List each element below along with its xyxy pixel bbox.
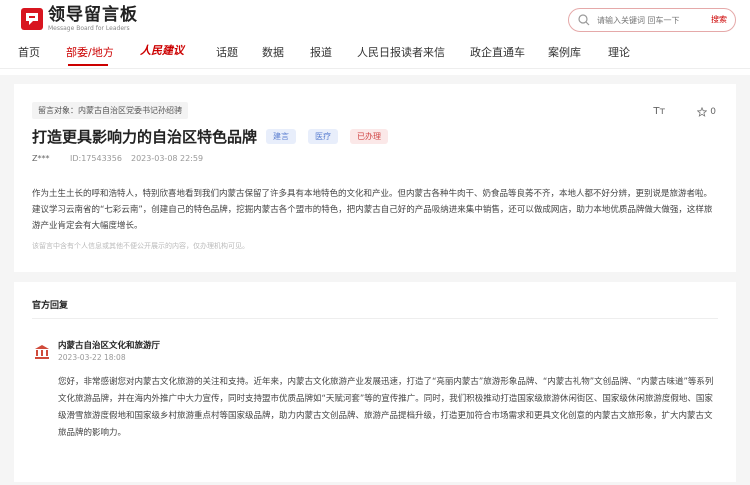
- reply-content: 您好，非常感谢您对内蒙古文化旅游的关注和支持。近年来，内蒙古文化旅游产业发展迅速…: [58, 377, 714, 438]
- message-target: 留言对象：内蒙古自治区党委书记孙绍骋: [32, 102, 188, 119]
- site-logo[interactable]: 领导留言板 Message Board for Leaders: [20, 6, 138, 32]
- search-input[interactable]: [597, 15, 697, 25]
- message-toolbar: Tт 0: [653, 106, 716, 117]
- header-divider: [0, 68, 750, 69]
- reply-time: 2023-03-22 18:08: [58, 353, 126, 362]
- message-title: 打造更具影响力的自治区特色品牌: [32, 128, 258, 146]
- reply-card: 官方回复 内蒙古自治区文化和旅游厅 2023-03-22 18:08 您好，非常…: [14, 282, 736, 482]
- status-badge: 已办理: [350, 129, 388, 144]
- message-time: 2023-03-08 22:59: [131, 154, 204, 163]
- message-user: Z***: [32, 154, 50, 163]
- message-card: 留言对象：内蒙古自治区党委书记孙绍骋 Tт 0 打造更具影响力的自治区特色品牌 …: [14, 84, 736, 272]
- font-size-icon[interactable]: Tт: [653, 106, 665, 117]
- main-nav: 首页 部委/地方 人民建议 话题 数据 报道 人民日报读者来信 政企直通车 案例…: [0, 40, 750, 64]
- logo-title: 领导留言板: [48, 5, 138, 25]
- search-box: 搜索: [568, 8, 736, 32]
- tag-suggestion: 建言: [266, 129, 296, 144]
- reply-section-title: 官方回复: [32, 301, 69, 311]
- logo-icon: [21, 8, 43, 30]
- nav-reader-letters[interactable]: 人民日报读者来信: [357, 44, 445, 60]
- nav-enterprise-express[interactable]: 政企直通车: [470, 44, 525, 60]
- government-building-icon: [35, 345, 49, 359]
- nav-data[interactable]: 数据: [262, 44, 284, 60]
- favorite-count: 0: [710, 106, 716, 117]
- message-content: 作为土生土长的呼和浩特人，特别欣喜地看到我们内蒙古保留了许多具有本地特色的文化和…: [32, 189, 713, 231]
- nav-people-suggestions[interactable]: 人民建议: [140, 42, 184, 58]
- message-id: ID:17543356: [70, 154, 122, 163]
- nav-ministries-local[interactable]: 部委/地方: [66, 44, 114, 60]
- logo-subtitle: Message Board for Leaders: [48, 25, 130, 32]
- nav-reports[interactable]: 报道: [310, 44, 332, 60]
- site-header: 领导留言板 Message Board for Leaders 搜索 首页 部委…: [0, 0, 750, 75]
- nav-case-library[interactable]: 案例库: [548, 44, 581, 60]
- nav-theory[interactable]: 理论: [608, 44, 630, 60]
- reply-department: 内蒙古自治区文化和旅游厅: [58, 341, 161, 351]
- favorite-button[interactable]: 0: [697, 106, 716, 117]
- nav-home[interactable]: 首页: [18, 44, 40, 60]
- nav-topics[interactable]: 话题: [216, 44, 238, 60]
- reply-divider: [32, 318, 718, 319]
- privacy-notice: 该留言中含有个人信息或其他不便公开展示的内容，仅办理机构可见。: [32, 242, 249, 250]
- nav-active-indicator: [68, 64, 108, 66]
- search-button[interactable]: 搜索: [711, 14, 727, 25]
- search-icon: [578, 14, 590, 26]
- star-icon: [697, 106, 708, 117]
- tag-medical: 医疗: [308, 129, 338, 144]
